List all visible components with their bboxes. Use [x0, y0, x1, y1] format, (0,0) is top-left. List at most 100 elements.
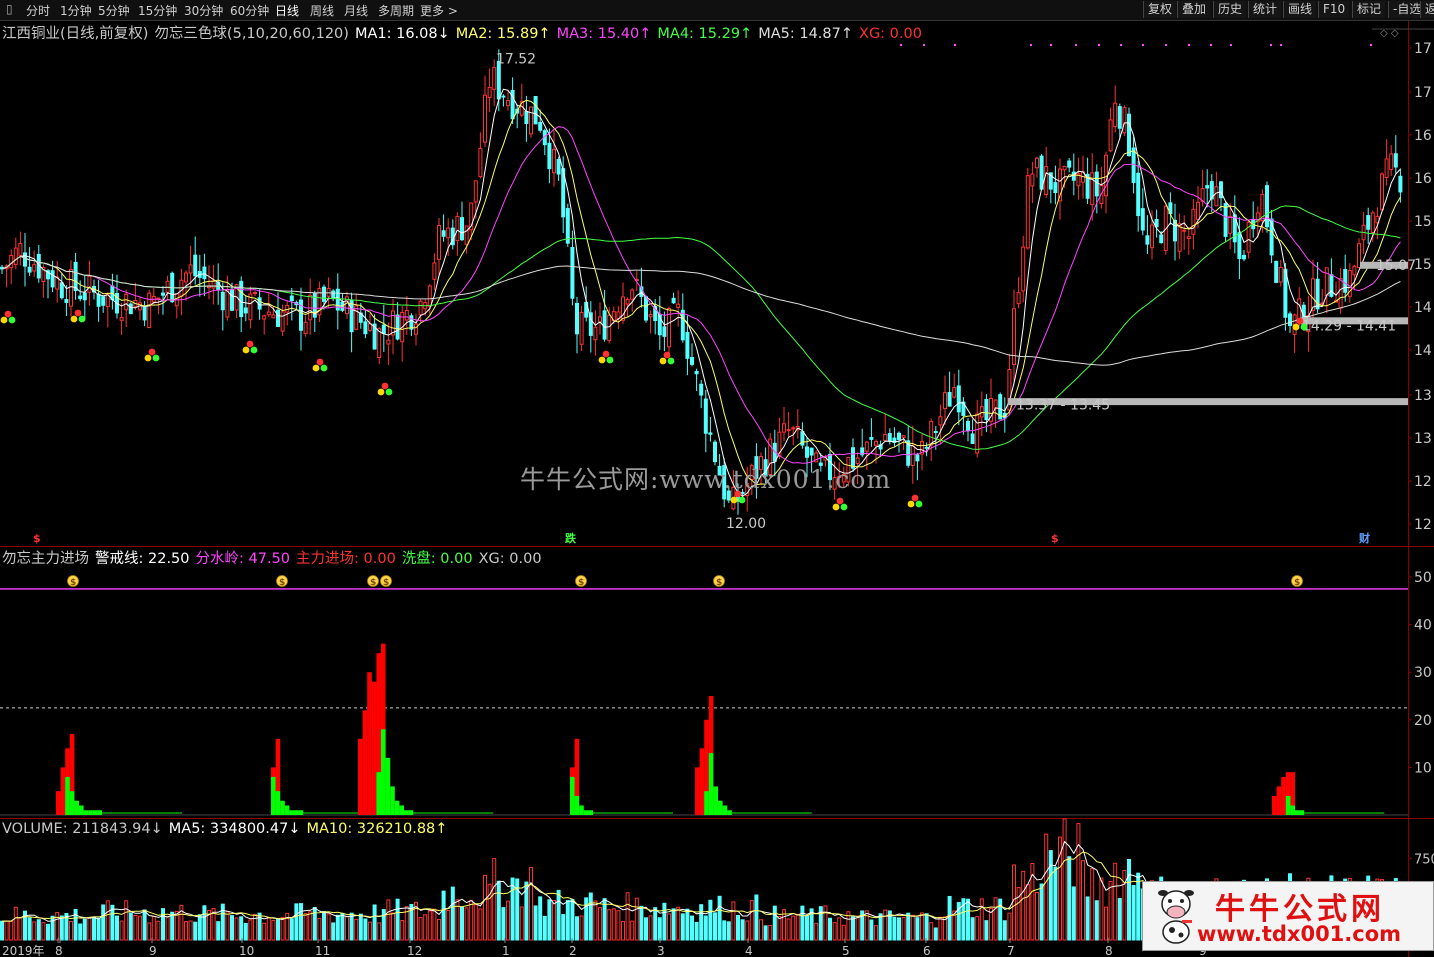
volume-bar [1071, 886, 1076, 941]
candle [1025, 167, 1030, 250]
volume-bar [593, 900, 598, 941]
ind-name[interactable]: 勿忘主力进场 [2, 551, 89, 567]
signal-dot [1120, 44, 1122, 46]
candle-body [1021, 246, 1026, 292]
candle-body [142, 305, 147, 321]
candle-body [50, 270, 55, 288]
volume-value[interactable]: VOLUME: 211843.94↓ [2, 821, 163, 837]
candle-body [648, 313, 653, 318]
candle [690, 343, 694, 367]
period-tab-2[interactable]: 5分钟 [98, 2, 130, 19]
candle [1154, 209, 1159, 238]
period-tab-7[interactable]: 周线 [310, 2, 334, 19]
signal-dot [1230, 44, 1232, 46]
volume-bar [736, 914, 740, 941]
volume-bar [18, 917, 23, 941]
candle [1228, 203, 1233, 249]
candle-body [1398, 175, 1403, 193]
volume-bar [340, 912, 345, 941]
wash-bar [408, 810, 414, 815]
volume-bar [1094, 900, 1099, 941]
tricolor-ball-icon [659, 351, 675, 365]
period-tab-5[interactable]: 60分钟 [230, 2, 269, 19]
indicator-title[interactable]: 勿忘三色球(5,10,20,60,120) [154, 26, 349, 42]
period-tab-0[interactable]: 分时 [26, 2, 50, 19]
volume-bar [501, 907, 506, 941]
candle [1384, 139, 1389, 186]
candle [335, 273, 340, 330]
candle [1085, 157, 1090, 204]
candle [800, 422, 805, 449]
volume-bar [1127, 858, 1131, 941]
toolbar-btn-8[interactable]: 返 [1420, 1, 1434, 18]
candle-body [1136, 172, 1141, 217]
candle [248, 286, 253, 329]
candle [460, 201, 464, 242]
ma4-value: MA4: 15.29↑ [657, 26, 753, 42]
candle [147, 289, 152, 329]
period-tab-8[interactable]: 月线 [344, 2, 368, 19]
stock-title: 江西铜业(日线,前复权) [2, 26, 149, 42]
candle [671, 292, 676, 304]
candle-body [570, 246, 575, 299]
candle-body [809, 447, 814, 456]
candle-body [473, 180, 478, 203]
volume-bar [529, 866, 533, 941]
volume-bar [943, 916, 947, 941]
main-force-bar [1272, 795, 1277, 815]
toolbar-btn-1[interactable]: 叠加 [1177, 1, 1211, 18]
candle [1347, 263, 1352, 303]
candle-body [1140, 208, 1145, 231]
period-tab-1[interactable]: 1分钟 [60, 2, 92, 19]
bottom-marker-2: $ [1051, 532, 1059, 545]
toolbar-btn-0[interactable]: 复权 [1143, 1, 1177, 18]
toolbar-btn-2[interactable]: 历史 [1213, 1, 1247, 18]
date-label-9: 4 [745, 944, 753, 957]
volume-bar [837, 917, 842, 941]
candle-body [1182, 229, 1187, 232]
candle-body [791, 427, 796, 430]
volume-legend: VOLUME: 211843.94↓ MA5: 334800.47↓ MA10: 3… [2, 821, 453, 837]
candle-body [1370, 212, 1375, 233]
period-tab-6[interactable]: 日线 [275, 2, 299, 19]
toolbar-menu-icon[interactable]: ▯ [6, 2, 13, 16]
volume-bar [450, 886, 455, 941]
date-label-0: 2019年 [2, 944, 45, 957]
period-tab-10[interactable]: 更多 > [420, 2, 458, 19]
volume-bar [519, 906, 524, 941]
ma2-value: MA2: 15.89↑ [455, 26, 551, 42]
candle-body [82, 292, 87, 301]
candle [64, 285, 69, 317]
period-tab-4[interactable]: 30分钟 [184, 2, 223, 19]
candle-body [354, 305, 359, 330]
candles [0, 49, 1403, 515]
candle [1214, 171, 1219, 207]
toolbar-btn-5[interactable]: F10 [1318, 1, 1350, 18]
signal-dot [923, 44, 925, 46]
candle [579, 305, 584, 351]
candle [253, 290, 257, 297]
candle-body [1352, 265, 1357, 276]
candle [1292, 313, 1297, 353]
toolbar-btn-6[interactable]: 标记 [1352, 1, 1386, 18]
candle [18, 231, 23, 266]
wash-bar [588, 810, 593, 815]
candle [174, 293, 179, 319]
candle-body [64, 298, 69, 303]
candle [676, 290, 681, 327]
candle [262, 314, 267, 335]
candle [27, 247, 32, 277]
price-annotation-0: 17.52 [496, 52, 536, 68]
candle [782, 407, 786, 441]
volume-bar [280, 916, 285, 941]
money-bag-icon: $ [67, 575, 79, 588]
period-tab-3[interactable]: 15分钟 [138, 2, 177, 19]
candle-body [27, 266, 32, 273]
toolbar-btn-4[interactable]: 画线 [1283, 1, 1317, 18]
candle [860, 428, 865, 458]
candle-body [524, 111, 529, 125]
period-tab-9[interactable]: 多周期 [378, 2, 414, 19]
volume-bar [349, 912, 354, 941]
toolbar-btn-3[interactable]: 统计 [1248, 1, 1282, 18]
signal-dot [1075, 44, 1077, 46]
